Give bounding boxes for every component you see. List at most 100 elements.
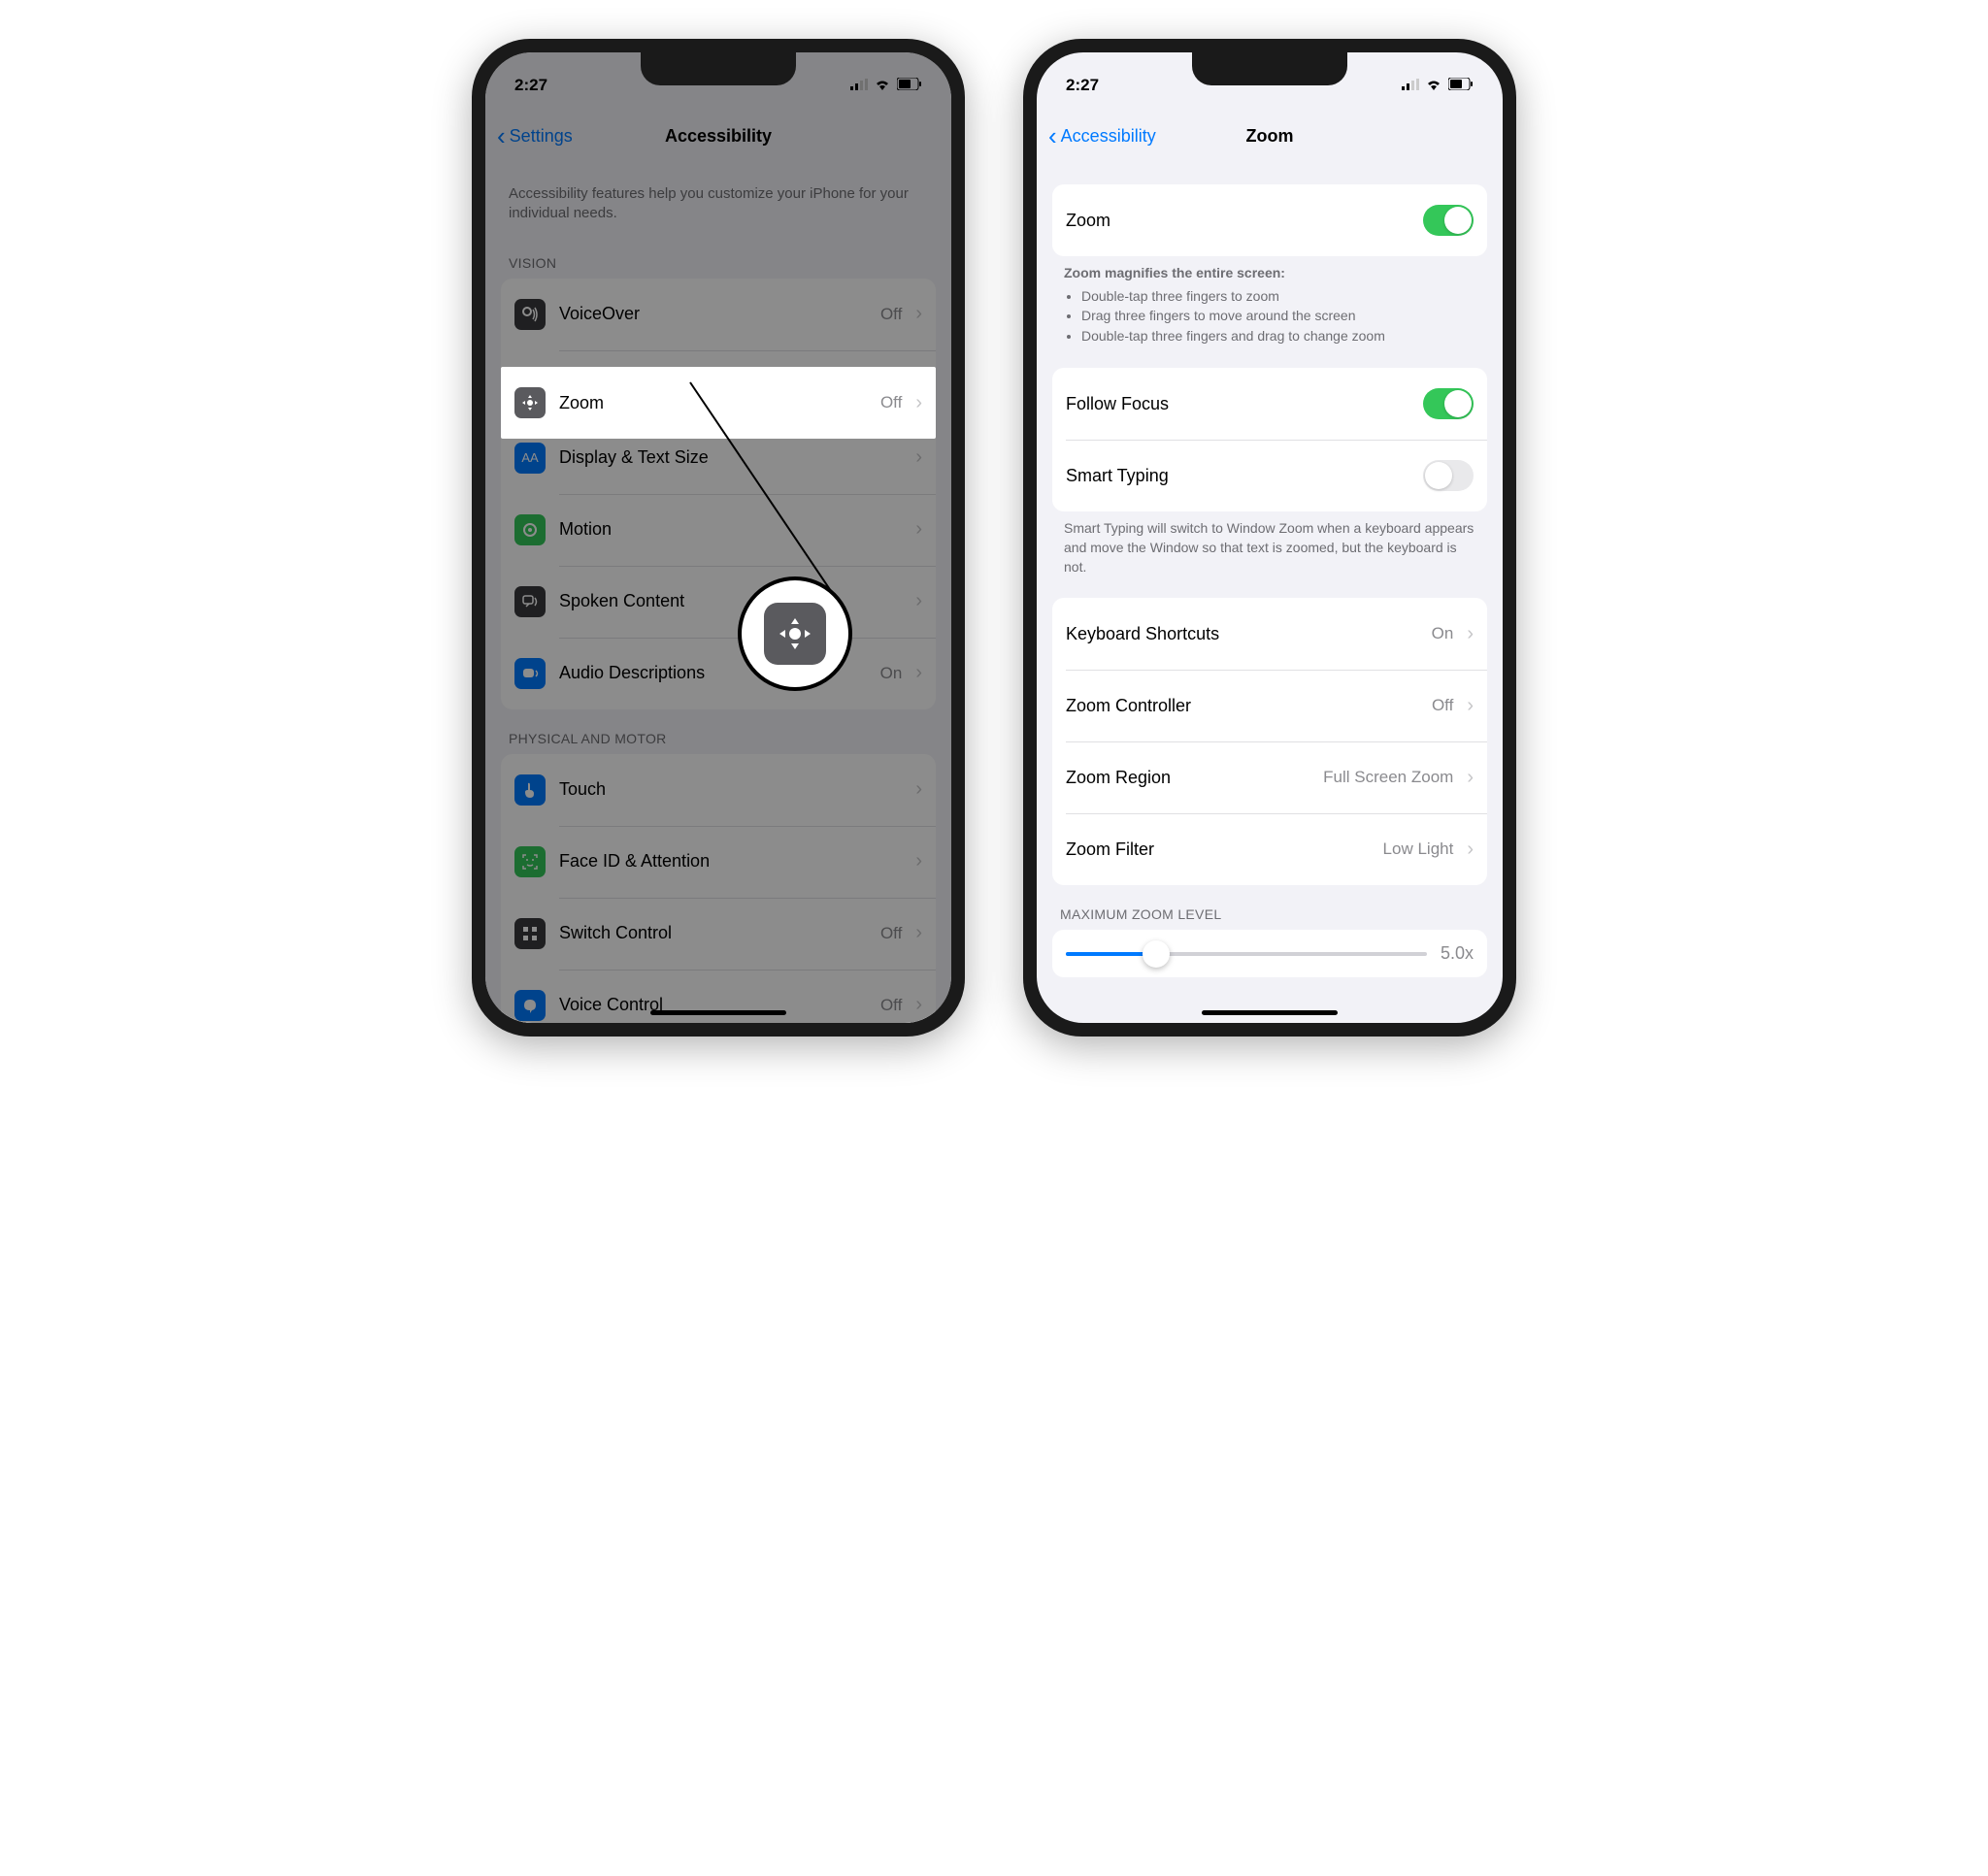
zoom-row-highlight[interactable]: Zoom Off ›: [501, 367, 936, 439]
smart-typing-row[interactable]: Smart Typing: [1052, 440, 1487, 511]
max-zoom-slider[interactable]: [1066, 952, 1427, 956]
notch: [641, 52, 796, 85]
status-time: 2:27: [514, 76, 547, 95]
back-button[interactable]: ‹ Settings: [497, 123, 573, 148]
follow-focus-toggle[interactable]: [1423, 388, 1474, 419]
smart-typing-toggle[interactable]: [1423, 460, 1474, 491]
max-zoom-slider-row: 5.0x: [1052, 930, 1487, 977]
follow-focus-row[interactable]: Follow Focus: [1052, 368, 1487, 440]
row-label: Zoom: [559, 393, 867, 413]
chevron-right-icon: ›: [915, 994, 922, 1016]
row-label: Follow Focus: [1066, 394, 1409, 414]
callout-circle: [738, 576, 852, 691]
zoom-toggle[interactable]: [1423, 205, 1474, 236]
max-zoom-group: 5.0x: [1052, 930, 1487, 977]
row-value: Off: [1432, 696, 1453, 715]
touch-icon: [514, 774, 546, 806]
wifi-icon: [1425, 76, 1442, 95]
row-value: Full Screen Zoom: [1323, 768, 1453, 787]
row-label: Keyboard Shortcuts: [1066, 624, 1418, 644]
phone-right: 2:27 ‹ Accessibility Zoom: [1023, 39, 1516, 1037]
section-vision-header: VISION: [501, 234, 936, 279]
row-touch[interactable]: Touch ›: [501, 754, 936, 826]
faceid-icon: [514, 846, 546, 877]
max-zoom-value: 5.0x: [1441, 943, 1474, 964]
chevron-left-icon: ‹: [1048, 123, 1057, 148]
back-button[interactable]: ‹ Accessibility: [1048, 123, 1156, 148]
row-voiceover[interactable]: VoiceOver Off ›: [501, 279, 936, 350]
row-value: Off: [880, 305, 902, 324]
section-physical-header: PHYSICAL AND MOTOR: [501, 709, 936, 754]
row-label: Switch Control: [559, 923, 867, 943]
zoom-toggle-row[interactable]: Zoom: [1052, 184, 1487, 256]
smart-typing-help: Smart Typing will switch to Window Zoom …: [1052, 511, 1487, 584]
content: Zoom Zoom magnifies the entire screen: D…: [1037, 165, 1503, 1023]
row-value: Off: [880, 924, 902, 943]
chevron-right-icon: ›: [1467, 623, 1474, 645]
row-label: Display & Text Size: [559, 447, 902, 468]
row-value: On: [1432, 624, 1454, 643]
zoom-help: Zoom magnifies the entire screen: Double…: [1052, 256, 1487, 354]
row-label: Zoom Region: [1066, 768, 1309, 788]
switch-control-icon: [514, 918, 546, 949]
audio-descriptions-icon: [514, 658, 546, 689]
chevron-right-icon: ›: [915, 662, 922, 684]
home-indicator: [650, 1010, 786, 1015]
spoken-content-icon: [514, 586, 546, 617]
row-audio-descriptions[interactable]: Audio Descriptions On ›: [501, 638, 936, 709]
chevron-right-icon: ›: [915, 303, 922, 325]
row-spoken-content[interactable]: Spoken Content ›: [501, 566, 936, 638]
options-group: Keyboard Shortcuts On › Zoom Controller …: [1052, 598, 1487, 885]
row-value: Off: [880, 996, 902, 1015]
row-switch-control[interactable]: Switch Control Off ›: [501, 898, 936, 970]
wifi-icon: [874, 76, 891, 95]
chevron-left-icon: ‹: [497, 123, 506, 148]
chevron-right-icon: ›: [915, 590, 922, 612]
row-label: VoiceOver: [559, 304, 867, 324]
cellular-icon: [850, 76, 868, 95]
back-label: Accessibility: [1061, 126, 1156, 147]
chevron-right-icon: ›: [915, 922, 922, 944]
row-label: Motion: [559, 519, 902, 540]
zoom-toggle-group: Zoom: [1052, 184, 1487, 256]
vision-group: VoiceOver Off › Zoom Off › AA Display & …: [501, 279, 936, 709]
chevron-right-icon: ›: [1467, 695, 1474, 717]
row-zoom-filter[interactable]: Zoom Filter Low Light ›: [1052, 813, 1487, 885]
row-value: On: [880, 664, 903, 683]
slider-thumb[interactable]: [1143, 940, 1170, 968]
row-faceid[interactable]: Face ID & Attention ›: [501, 826, 936, 898]
chevron-right-icon: ›: [915, 778, 922, 801]
row-label: Zoom Filter: [1066, 839, 1370, 860]
text-size-icon: AA: [514, 443, 546, 474]
row-value: Off: [880, 393, 902, 412]
zoom-icon: [514, 387, 546, 418]
content: Accessibility features help you customiz…: [485, 165, 951, 1023]
row-zoom-region[interactable]: Zoom Region Full Screen Zoom ›: [1052, 741, 1487, 813]
page-title: Accessibility: [665, 126, 772, 147]
physical-group: Touch › Face ID & Attention › Switch Con…: [501, 754, 936, 1024]
max-zoom-header: MAXIMUM ZOOM LEVEL: [1052, 885, 1487, 930]
row-label: Spoken Content: [559, 591, 902, 611]
row-zoom-controller[interactable]: Zoom Controller Off ›: [1052, 670, 1487, 741]
page-title: Zoom: [1246, 126, 1294, 147]
nav-bar: ‹ Accessibility Zoom: [1037, 107, 1503, 165]
chevron-right-icon: ›: [915, 446, 922, 469]
row-value: Low Light: [1383, 839, 1454, 859]
nav-bar: ‹ Settings Accessibility: [485, 107, 951, 165]
row-keyboard-shortcuts[interactable]: Keyboard Shortcuts On ›: [1052, 598, 1487, 670]
status-time: 2:27: [1066, 76, 1099, 95]
status-icons: [850, 76, 922, 95]
battery-icon: [1448, 76, 1474, 95]
phone-left: 2:27 ‹ Settings Accessibility Acces: [472, 39, 965, 1037]
home-indicator: [1202, 1010, 1338, 1015]
chevron-right-icon: ›: [915, 518, 922, 541]
row-label: Touch: [559, 779, 902, 800]
motion-icon: [514, 514, 546, 545]
zoom-icon-large: [764, 603, 826, 665]
row-label: Zoom Controller: [1066, 696, 1418, 716]
row-motion[interactable]: Motion ›: [501, 494, 936, 566]
row-label: Smart Typing: [1066, 466, 1409, 486]
notch: [1192, 52, 1347, 85]
chevron-right-icon: ›: [1467, 767, 1474, 789]
back-label: Settings: [510, 126, 573, 147]
